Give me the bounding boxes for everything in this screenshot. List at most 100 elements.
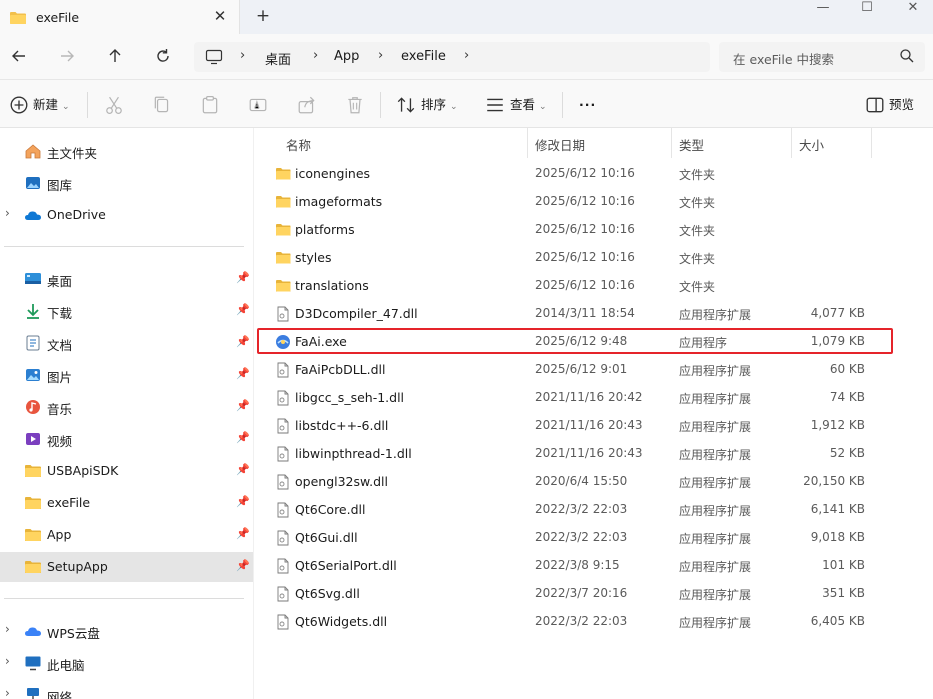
sidebar-item-pictures[interactable]: 图片 📌 (0, 360, 253, 390)
file-row[interactable]: opengl32sw.dll 2020/6/4 15:50 应用程序扩展 20,150… (254, 468, 933, 496)
file-size: 74 KB (829, 390, 865, 404)
file-row[interactable]: Qt6Svg.dll 2022/3/7 20:16 应用程序扩展 351 KB (254, 580, 933, 608)
sidebar-item-setupapp[interactable]: SetupApp 📌 (0, 552, 253, 582)
copy-icon[interactable] (152, 95, 172, 115)
share-icon[interactable] (297, 95, 317, 115)
file-date: 2021/11/16 20:43 (535, 418, 643, 432)
close-window-button[interactable]: ✕ (898, 0, 928, 18)
sort-up-icon: ︿ (286, 139, 296, 150)
sidebar-item-music[interactable]: 音乐 📌 (0, 392, 253, 422)
sidebar-item-onedrive[interactable]: › OneDrive (0, 200, 253, 230)
file-name: styles (295, 250, 332, 265)
address-bar[interactable]: › 桌面 › App › exeFile › (194, 42, 710, 72)
column-header-name[interactable]: 名称 ︿ (279, 128, 528, 158)
sidebar-item-app[interactable]: App 📌 (0, 520, 253, 550)
sidebar-item-videos[interactable]: 视频 📌 (0, 424, 253, 454)
chevron-right-icon[interactable]: › (5, 622, 10, 636)
file-size: 101 KB (822, 558, 865, 572)
pin-icon[interactable]: 📌 (236, 303, 250, 316)
breadcrumb-desktop[interactable]: 桌面 (265, 49, 291, 68)
new-button[interactable]: 新建 ⌄ (33, 94, 70, 116)
tab-exefile[interactable]: exeFile ✕ (0, 0, 240, 34)
file-row[interactable]: libwinpthread-1.dll 2021/11/16 20:43 应用程序扩… (254, 440, 933, 468)
sidebar-item-label: 视频 (47, 434, 73, 449)
file-row[interactable]: Qt6Core.dll 2022/3/2 22:03 应用程序扩展 6,141 KB (254, 496, 933, 524)
file-name: Qt6Gui.dll (295, 530, 358, 545)
file-name: Qt6Core.dll (295, 502, 366, 517)
file-row[interactable]: imageformats 2025/6/12 10:16 文件夹 (254, 188, 933, 216)
pin-icon[interactable]: 📌 (236, 271, 250, 284)
search-input[interactable]: 在 exeFile 中搜索 (733, 49, 834, 68)
pin-icon[interactable]: 📌 (236, 431, 250, 444)
sidebar-item-label: WPS云盘 (47, 626, 100, 641)
sidebar-item-gallery[interactable]: 图库 (0, 168, 253, 198)
preview-button[interactable]: 预览 (889, 94, 914, 116)
sidebar-item-this-pc[interactable]: › 此电脑 (0, 648, 253, 678)
sidebar-item-network[interactable]: › 网络 (0, 680, 253, 699)
breadcrumb-app[interactable]: App (334, 49, 359, 64)
forward-arrow-icon[interactable] (57, 46, 77, 66)
pin-icon[interactable]: 📌 (236, 335, 250, 348)
pin-icon[interactable]: 📌 (236, 463, 250, 476)
file-row[interactable]: FaAi.exe 2025/6/12 9:48 应用程序 1,079 KB (254, 328, 933, 356)
column-header-type[interactable]: 类型 (672, 128, 792, 158)
rename-icon[interactable] (248, 95, 268, 115)
file-type: 文件夹 (679, 196, 716, 210)
file-type: 文件夹 (679, 168, 716, 182)
chevron-right-icon[interactable]: › (464, 48, 469, 63)
sidebar-item-desktop[interactable]: 桌面 📌 (0, 264, 253, 294)
file-name: Qt6SerialPort.dll (295, 558, 397, 573)
file-name: FaAi.exe (295, 334, 347, 349)
file-date: 2022/3/2 22:03 (535, 502, 628, 516)
column-header-size[interactable]: 大小 (792, 128, 872, 158)
sidebar-item-documents[interactable]: 文档 📌 (0, 328, 253, 358)
pin-icon[interactable]: 📌 (236, 559, 250, 572)
back-arrow-icon[interactable] (9, 46, 29, 66)
paste-icon[interactable] (200, 95, 220, 115)
sort-button[interactable]: 排序 ⌄ (421, 94, 458, 116)
file-row[interactable]: libstdc++-6.dll 2021/11/16 20:43 应用程序扩展 1,9… (254, 412, 933, 440)
file-row[interactable]: translations 2025/6/12 10:16 文件夹 (254, 272, 933, 300)
more-options-button[interactable]: ··· (579, 94, 596, 116)
view-button[interactable]: 查看 ⌄ (510, 94, 547, 116)
delete-icon[interactable] (345, 95, 365, 115)
file-row[interactable]: Qt6Gui.dll 2022/3/2 22:03 应用程序扩展 9,018 KB (254, 524, 933, 552)
file-row[interactable]: Qt6SerialPort.dll 2022/3/8 9:15 应用程序扩展 101 … (254, 552, 933, 580)
file-row[interactable]: libgcc_s_seh-1.dll 2021/11/16 20:42 应用程序扩展… (254, 384, 933, 412)
sidebar-item-exefile[interactable]: exeFile 📌 (0, 488, 253, 518)
sidebar-item-home[interactable]: 主文件夹 (0, 136, 253, 166)
new-tab-button[interactable]: + (254, 6, 272, 26)
dll-file-icon (275, 530, 291, 546)
file-row[interactable]: iconengines 2025/6/12 10:16 文件夹 (254, 160, 933, 188)
folder-icon (25, 561, 41, 573)
file-type: 文件夹 (679, 224, 716, 238)
cut-icon[interactable] (104, 95, 124, 115)
file-row[interactable]: platforms 2025/6/12 10:16 文件夹 (254, 216, 933, 244)
pin-icon[interactable]: 📌 (236, 527, 250, 540)
up-arrow-icon[interactable] (105, 46, 125, 66)
pin-icon[interactable]: 📌 (236, 495, 250, 508)
search-box[interactable]: 在 exeFile 中搜索 (719, 42, 925, 72)
sidebar-item-wps-cloud[interactable]: › WPS云盘 (0, 616, 253, 646)
minimize-button[interactable]: — (808, 0, 838, 18)
chevron-right-icon[interactable]: › (5, 654, 10, 668)
column-header-date[interactable]: 修改日期 (528, 128, 672, 158)
tab-close-button[interactable]: ✕ (212, 7, 228, 25)
pin-icon[interactable]: 📌 (236, 399, 250, 412)
music-icon (26, 400, 40, 414)
file-size: 52 KB (829, 446, 865, 460)
chevron-right-icon[interactable]: › (5, 686, 10, 699)
chevron-right-icon[interactable]: › (5, 206, 10, 220)
file-row[interactable]: D3Dcompiler_47.dll 2014/3/11 18:54 应用程序扩展 4… (254, 300, 933, 328)
maximize-button[interactable]: ☐ (852, 0, 882, 18)
refresh-icon[interactable] (153, 46, 173, 66)
pin-icon[interactable]: 📌 (236, 367, 250, 380)
file-row[interactable]: FaAiPcbDLL.dll 2025/6/12 9:01 应用程序扩展 60 KB (254, 356, 933, 384)
pictures-icon (26, 369, 40, 381)
file-row[interactable]: styles 2025/6/12 10:16 文件夹 (254, 244, 933, 272)
file-name: Qt6Widgets.dll (295, 614, 388, 629)
sidebar-item-downloads[interactable]: 下载 📌 (0, 296, 253, 326)
file-row[interactable]: Qt6Widgets.dll 2022/3/2 22:03 应用程序扩展 6,405 … (254, 608, 933, 636)
breadcrumb-exefile[interactable]: exeFile (401, 49, 446, 64)
sidebar-item-usbapisdk[interactable]: USBApiSDK 📌 (0, 456, 253, 486)
